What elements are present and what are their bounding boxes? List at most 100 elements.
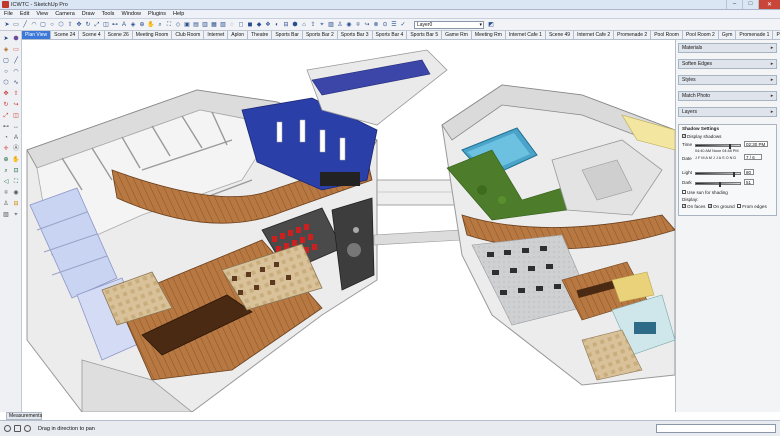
orbit-icon[interactable]: ⊕ <box>138 21 146 29</box>
textured-icon[interactable]: ❖ <box>264 21 272 29</box>
tab-scene[interactable]: Scene 26 <box>104 31 133 39</box>
menu-view[interactable]: View <box>36 11 48 17</box>
dark-slider-thumb[interactable] <box>719 181 721 187</box>
menu-draw[interactable]: Draw <box>82 11 95 17</box>
use-sun-checkbox[interactable] <box>682 190 686 195</box>
rotate-icon[interactable]: ↻ <box>84 21 92 29</box>
walk-icon[interactable]: ♙ <box>2 200 10 208</box>
front-view-icon[interactable]: ▤ <box>192 21 200 29</box>
close-icon[interactable]: ✕ <box>758 0 780 9</box>
credits-status-icon[interactable] <box>14 425 21 432</box>
light-input[interactable]: 80 <box>744 169 754 175</box>
offset-icon[interactable]: ◫ <box>12 112 20 120</box>
zoom-icon[interactable]: ⌕ <box>156 21 164 29</box>
left-view-icon[interactable]: ▧ <box>219 21 227 29</box>
shaded-icon[interactable]: ◆ <box>255 21 263 29</box>
eraser-icon[interactable]: ▭ <box>12 46 20 54</box>
tab-scene[interactable]: Internet Cafe 2 <box>574 31 615 39</box>
tab-scene[interactable]: Sports Bar 4 <box>372 31 408 39</box>
tab-scene[interactable]: Promenade 2 <box>614 31 652 39</box>
right-view-icon[interactable]: ▥ <box>201 21 209 29</box>
help-status-icon[interactable] <box>24 425 31 432</box>
monochrome-icon[interactable]: ◐ <box>273 21 281 29</box>
on-ground-checkbox[interactable] <box>707 203 712 209</box>
tab-scene[interactable]: Scene 24 <box>51 31 80 39</box>
sandbox-icon[interactable]: ▨ <box>327 21 335 29</box>
measurements-input[interactable] <box>656 424 776 433</box>
line-icon[interactable]: ╱ <box>21 21 29 29</box>
tab-scene[interactable]: Internet Cafe 1 <box>505 31 546 39</box>
expand-icon[interactable]: ▸ <box>768 60 776 68</box>
hidden-line-icon[interactable]: ◼ <box>246 21 254 29</box>
tape-measure-icon[interactable]: ⊷ <box>111 21 119 29</box>
expand-icon[interactable]: ▸ <box>768 76 776 84</box>
dimension-icon[interactable]: ↔ <box>12 123 20 131</box>
tab-scene[interactable]: Scene 4 <box>79 31 105 39</box>
tab-scene[interactable]: Sports Bar 5 <box>407 31 443 39</box>
light-slider[interactable] <box>695 171 741 177</box>
orbit-icon[interactable]: ⊕ <box>2 156 10 164</box>
circle-icon[interactable]: ○ <box>48 21 56 29</box>
circle-icon[interactable]: ○ <box>2 68 10 76</box>
zoom-icon[interactable]: ⌕ <box>2 167 10 175</box>
geo-location-status-icon[interactable] <box>4 425 11 432</box>
maximize-icon[interactable]: □ <box>742 0 758 9</box>
tab-scene[interactable]: Sports Bar 3 <box>337 31 373 39</box>
expand-icon[interactable]: ▸ <box>768 92 776 100</box>
tape-measure-icon[interactable]: ⊷ <box>2 123 10 131</box>
component-icon[interactable]: ⬢ <box>12 35 20 43</box>
previous-view-icon[interactable]: ◁ <box>2 178 10 186</box>
display-shadows-row[interactable]: Display shadows <box>682 133 721 139</box>
eraser-icon[interactable]: ▭ <box>12 21 20 29</box>
iso-view-icon[interactable]: ◇ <box>174 21 182 29</box>
intersect-icon[interactable]: ⊗ <box>372 21 380 29</box>
push-pull-icon[interactable]: ⇧ <box>12 90 20 98</box>
offset-icon[interactable]: ◫ <box>102 21 110 29</box>
zoom-extents-icon[interactable]: ⛶ <box>12 178 20 186</box>
tray-match-photo[interactable]: Match Photo ▸ <box>678 91 777 101</box>
look-around-icon[interactable]: ◉ <box>345 21 353 29</box>
protractor-icon[interactable]: ◔ <box>2 134 10 142</box>
scale-icon[interactable]: ⤢ <box>93 21 101 29</box>
components-icon[interactable]: ⬢ <box>291 21 299 29</box>
top-view-icon[interactable]: ▣ <box>183 21 191 29</box>
date-input[interactable]: 7 / 6 <box>744 154 762 160</box>
select-icon[interactable]: ➤ <box>3 21 11 29</box>
measurements-tab[interactable]: Measurements <box>6 412 42 420</box>
on-faces-checkbox[interactable] <box>682 203 686 209</box>
light-slider-thumb[interactable] <box>733 171 735 177</box>
sandbox-icon[interactable]: ▨ <box>2 211 10 219</box>
tab-scene[interactable]: Plan View <box>22 31 52 39</box>
tab-scene[interactable]: Gym <box>718 31 737 39</box>
zoom-window-icon[interactable]: ⊡ <box>12 167 20 175</box>
move-icon[interactable]: ✥ <box>2 90 10 98</box>
menu-window[interactable]: Window <box>121 11 141 17</box>
section-plane-icon[interactable]: ⊟ <box>282 21 290 29</box>
pan-icon[interactable]: ✋ <box>147 21 155 29</box>
dark-slider[interactable] <box>695 181 741 187</box>
menu-file[interactable]: File <box>4 11 13 17</box>
tab-scene[interactable]: Pool Room 2 <box>682 31 719 39</box>
tab-scene[interactable]: Promenade 2 <box>773 31 780 39</box>
time-slider[interactable] <box>695 143 741 149</box>
layer-toggle-icon[interactable]: ◩ <box>487 21 495 29</box>
polygon-icon[interactable]: ⬡ <box>57 21 65 29</box>
model-viewport[interactable] <box>22 40 675 412</box>
walk-icon[interactable]: ♙ <box>336 21 344 29</box>
move-icon[interactable]: ✥ <box>75 21 83 29</box>
pan-icon[interactable]: ✋ <box>12 156 20 164</box>
section-plane-icon[interactable]: ⊟ <box>12 200 20 208</box>
layer-manager-icon[interactable]: ☰ <box>390 21 398 29</box>
look-around-icon[interactable]: ◉ <box>12 189 20 197</box>
scale-icon[interactable]: ⤢ <box>2 112 10 120</box>
display-shadows-checkbox[interactable] <box>682 133 686 139</box>
menu-tools[interactable]: Tools <box>102 11 115 17</box>
share-model-icon[interactable]: ⇪ <box>309 21 317 29</box>
tab-scene[interactable]: Meeting Rm <box>471 31 506 39</box>
tray-materials[interactable]: Materials ▸ <box>678 43 777 53</box>
time-slider-thumb[interactable] <box>729 143 731 149</box>
minimize-icon[interactable]: – <box>726 0 742 9</box>
geo-location-icon[interactable]: ⌖ <box>318 21 326 29</box>
back-view-icon[interactable]: ▦ <box>210 21 218 29</box>
wireframe-icon[interactable]: ◻ <box>237 21 245 29</box>
